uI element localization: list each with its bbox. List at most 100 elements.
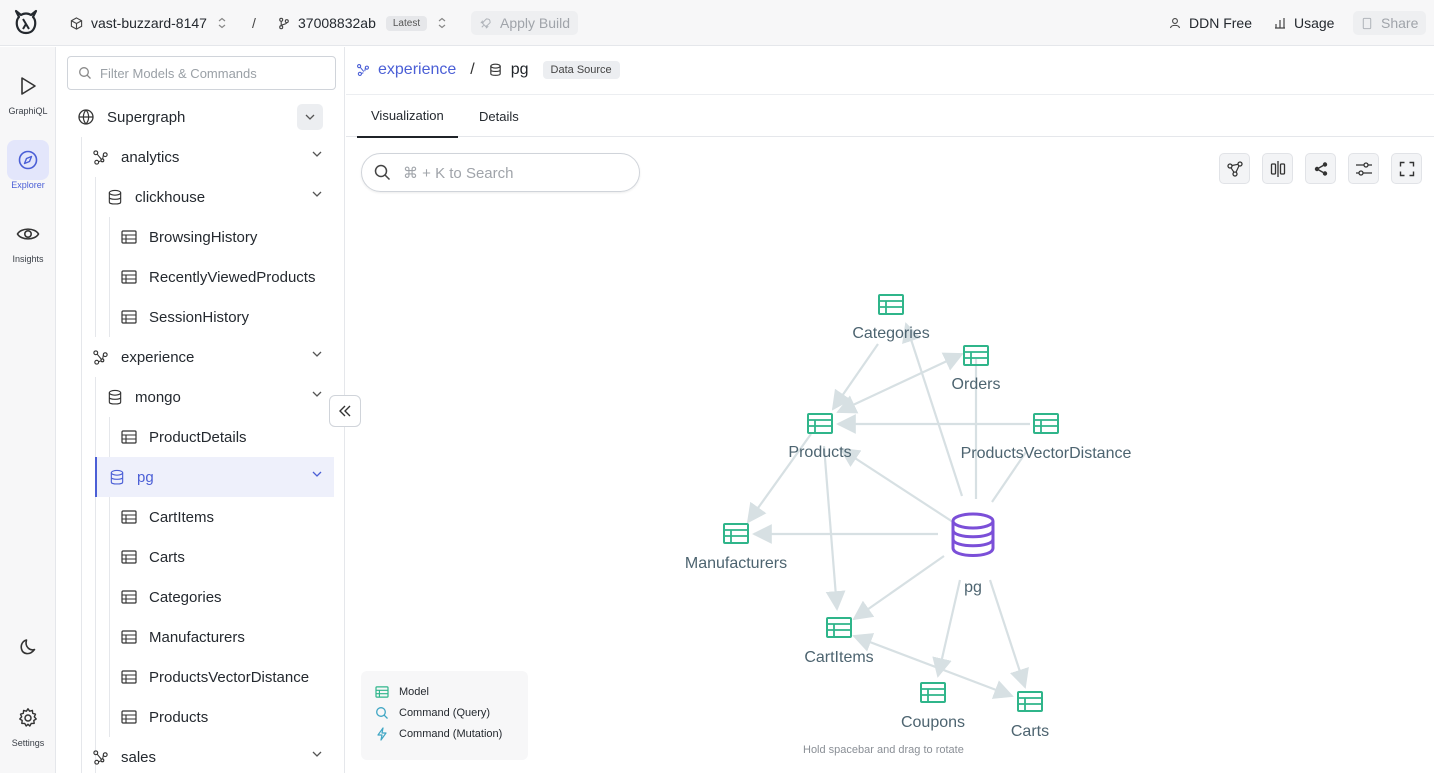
legend-model-label: Model — [399, 685, 429, 698]
graph-node-cartitems[interactable]: CartItems — [804, 617, 874, 666]
graph-node-productsvectordistance[interactable]: ProductsVectorDistance — [961, 413, 1132, 462]
lightning-icon — [377, 726, 387, 741]
chevron-down-icon — [312, 151, 322, 157]
cube-icon — [70, 16, 83, 30]
tree-item-productdetails[interactable]: ProductDetails — [121, 417, 331, 457]
apply-build-button[interactable]: Apply Build — [471, 0, 579, 46]
graph-layout-button[interactable] — [1219, 153, 1250, 184]
table-icon — [121, 430, 137, 444]
graph-nodes-icon — [1226, 160, 1243, 177]
node-label: Orders — [952, 376, 1001, 393]
build-selector[interactable]: 37008832ab Latest — [278, 0, 455, 46]
tree-item-sales[interactable]: sales — [92, 737, 323, 773]
database-icon — [108, 189, 122, 205]
nav-rail: GraphiQL Explorer Insights Settings — [0, 47, 56, 773]
plan-button[interactable]: DDN Free — [1169, 0, 1252, 46]
git-branch-icon — [279, 17, 289, 29]
moon-icon — [20, 639, 36, 655]
tree-label: Categories — [149, 588, 222, 606]
breadcrumb-subgraph-link[interactable]: experience — [378, 61, 456, 79]
tree-item-experience[interactable]: experience — [92, 337, 323, 377]
tree-item-mongo[interactable]: mongo — [107, 377, 323, 417]
graph-settings-button[interactable] — [1348, 153, 1379, 184]
subgraph-icon — [93, 349, 108, 365]
graph-edge — [852, 633, 1014, 699]
rail-insights[interactable]: Insights — [0, 214, 56, 264]
tree-label: clickhouse — [135, 188, 206, 206]
filter-input[interactable]: Filter Models & Commands — [67, 56, 336, 90]
tree-item-pg[interactable]: pg — [95, 457, 334, 497]
breadcrumb-separator: / — [470, 61, 475, 78]
share-button[interactable]: Share — [1353, 0, 1427, 46]
chevron-down-icon — [312, 351, 322, 357]
graph-node-coupons[interactable]: Coupons — [901, 682, 965, 731]
rail-graphiql[interactable]: GraphiQL — [0, 66, 56, 116]
tree-item-manufacturers[interactable]: Manufacturers — [121, 617, 331, 657]
graph-edge — [988, 579, 1029, 689]
chevron-updown-icon — [438, 17, 446, 29]
graph-edge — [852, 555, 945, 621]
tree-label: experience — [121, 348, 195, 366]
tree-item-analytics[interactable]: analytics — [92, 137, 323, 177]
graph-node-categories[interactable]: Categories — [852, 294, 930, 342]
tab-details[interactable]: Details — [465, 95, 533, 138]
supergraph-toggle[interactable] — [297, 104, 323, 130]
node-label: ProductsVectorDistance — [961, 445, 1132, 462]
graph-node-manufacturers[interactable]: Manufacturers — [685, 523, 787, 572]
chevron-updown-icon — [218, 17, 226, 29]
graph-node-carts[interactable]: Carts — [1011, 691, 1049, 740]
tree-label: Supergraph — [107, 108, 186, 126]
tree-label: CartItems — [149, 508, 215, 526]
rotate-hint: Hold spacebar and drag to rotate — [803, 744, 964, 756]
table-icon — [121, 590, 137, 604]
node-label: Products — [788, 444, 851, 461]
breadcrumb-separator: / — [252, 15, 256, 31]
rail-graphiql-label: GraphiQL — [8, 106, 48, 116]
tree-item-cartitems[interactable]: CartItems — [121, 497, 331, 537]
chevron-down-icon — [312, 191, 322, 197]
rail-explorer[interactable]: Explorer — [0, 140, 56, 190]
tree-item-products[interactable]: Products — [121, 697, 331, 737]
expand-icon — [1399, 161, 1414, 176]
search-icon — [79, 67, 91, 79]
subgraph-icon — [93, 749, 108, 765]
tree-item-sessionhistory[interactable]: SessionHistory — [121, 297, 331, 337]
graph-edge — [902, 322, 964, 497]
tree-item-supergraph[interactable]: Supergraph — [77, 97, 323, 137]
align-button[interactable] — [1262, 153, 1293, 184]
graph-edge — [836, 352, 964, 414]
breadcrumb-source: pg — [510, 61, 529, 78]
node-label: Categories — [852, 325, 929, 342]
chevron-down-icon — [312, 391, 322, 397]
eye-icon — [16, 228, 40, 240]
tree-item-productsvectordistance[interactable]: ProductsVectorDistance — [121, 657, 337, 697]
chevron-down-icon — [312, 751, 322, 757]
tab-visualization[interactable]: Visualization — [357, 95, 458, 138]
tree-label: RecentlyViewedProducts — [149, 268, 316, 286]
table-icon — [121, 630, 137, 644]
fullscreen-button[interactable] — [1391, 153, 1422, 184]
tree-item-categories[interactable]: Categories — [121, 577, 331, 617]
tree-item-clickhouse[interactable]: clickhouse — [107, 177, 323, 217]
table-icon — [121, 270, 137, 284]
graph-node-products[interactable]: Products — [788, 413, 852, 461]
node-label: Carts — [1011, 723, 1049, 740]
tree-label: Carts — [149, 548, 185, 566]
gear-icon — [19, 708, 37, 727]
legend-model: Model — [375, 681, 514, 702]
usage-button[interactable]: Usage — [1274, 0, 1334, 46]
tree-item-browsinghistory[interactable]: BrowsingHistory — [121, 217, 331, 257]
database-icon — [489, 63, 501, 76]
project-selector[interactable]: vast-buzzard-8147 — [70, 0, 235, 46]
tree-label: Products — [149, 708, 209, 726]
share-graph-button[interactable] — [1305, 153, 1336, 184]
tree-label: pg — [137, 468, 154, 486]
theme-toggle[interactable] — [0, 627, 56, 667]
play-icon — [21, 77, 36, 95]
tree-guide-line — [109, 497, 110, 737]
tree-item-carts[interactable]: Carts — [121, 537, 331, 577]
hasura-logo-icon[interactable] — [10, 7, 42, 39]
rail-settings[interactable]: Settings — [0, 698, 56, 748]
tree-item-recentlyviewedproducts[interactable]: RecentlyViewedProducts — [121, 257, 341, 297]
subgraph-icon — [93, 149, 108, 165]
